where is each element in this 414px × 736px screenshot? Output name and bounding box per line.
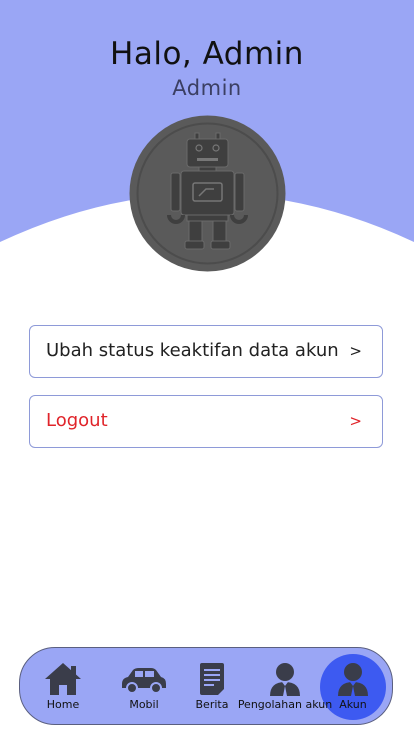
person-icon (338, 663, 368, 696)
nav-item-home[interactable]: Home (38, 648, 88, 724)
chevron-right-icon: > (349, 342, 362, 360)
car-icon (122, 668, 166, 694)
menu-item-label: Ubah status keaktifan data akun (46, 340, 339, 361)
change-account-status-button[interactable]: Ubah status keaktifan data akun > (29, 325, 383, 378)
logout-button[interactable]: Logout > (29, 395, 383, 448)
nav-item-akun[interactable]: Akun (330, 648, 376, 724)
menu-item-label: Logout (46, 410, 108, 431)
user-role: Admin (172, 76, 242, 100)
nav-label: Home (46, 698, 80, 711)
nav-item-pengolahan-akun[interactable]: Pengolahan akun (238, 648, 332, 724)
person-icon (270, 663, 300, 696)
bottom-nav: Home Mobil Berita Pengolahan akun Akun (19, 647, 393, 725)
greeting-title: Halo, Admin (110, 36, 304, 72)
nav-label: Mobil (129, 698, 159, 711)
nav-item-berita[interactable]: Berita (190, 648, 234, 724)
news-icon (200, 663, 224, 695)
nav-label: Pengolahan akun (237, 698, 333, 711)
robot-icon (129, 115, 286, 272)
chevron-right-icon: > (349, 412, 362, 430)
nav-label: Berita (195, 698, 229, 711)
nav-label: Akun (339, 698, 367, 711)
home-icon (45, 663, 81, 695)
nav-item-mobil[interactable]: Mobil (116, 648, 172, 724)
